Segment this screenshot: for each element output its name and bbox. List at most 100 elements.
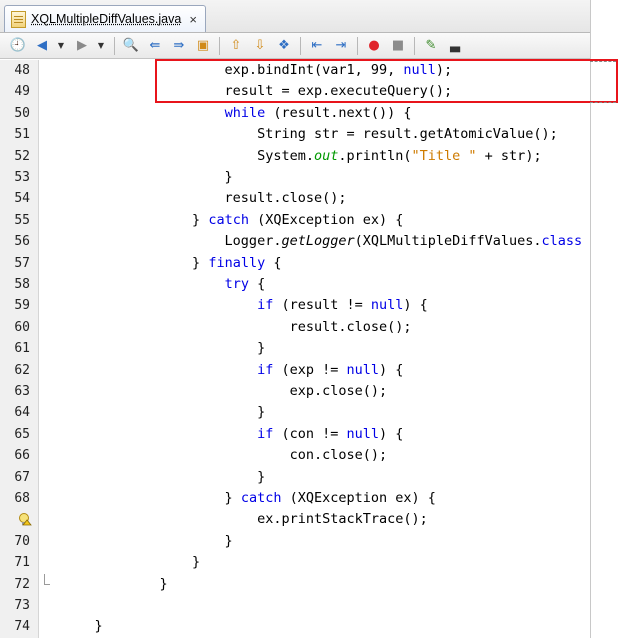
shift-left-icon[interactable]: ⇤ bbox=[307, 36, 327, 56]
code-token: out bbox=[313, 147, 339, 164]
code-line[interactable]: 60 result.close(); bbox=[0, 317, 590, 338]
code-text: } bbox=[62, 616, 103, 637]
code-token: (result != bbox=[273, 297, 371, 314]
history-icon[interactable]: 🕘 bbox=[8, 36, 28, 56]
line-number: 48 bbox=[14, 63, 30, 78]
code-text: } bbox=[62, 574, 168, 595]
code-line[interactable]: 59 if (result != null) { bbox=[0, 295, 590, 316]
code-token: } bbox=[62, 468, 266, 485]
find-next-icon[interactable]: ⇛ bbox=[169, 36, 189, 56]
code-line[interactable]: 69 ex.printStackTrace(); bbox=[0, 509, 590, 530]
code-line[interactable]: 61 } bbox=[0, 338, 590, 359]
line-number: 62 bbox=[14, 362, 30, 378]
shift-right-icon[interactable]: ⇥ bbox=[331, 36, 351, 56]
code-token: null bbox=[370, 297, 404, 314]
code-text: } bbox=[62, 467, 265, 488]
previous-bookmark-icon[interactable]: ⇧ bbox=[226, 36, 246, 56]
close-tab-icon[interactable]: × bbox=[189, 12, 197, 27]
code-line[interactable]: 62 if (exp != null) { bbox=[0, 360, 590, 381]
code-text: System.out.println("Title " + str); bbox=[62, 146, 542, 167]
next-bookmark-icon[interactable]: ⇩ bbox=[250, 36, 270, 56]
code-line[interactable]: 74 } bbox=[0, 616, 590, 637]
tab-xqlmultiplediffvalues[interactable]: XQLMultipleDiffValues.java × bbox=[4, 5, 206, 32]
line-number: 64 bbox=[14, 405, 30, 421]
code-token: } bbox=[62, 490, 241, 506]
editor-toolbar: 🕘 ◀ ▼ ▶ ▼ 🔍 ⇚ ⇛ ▣ ⇧ ⇩ ❖ ⇤ ⇥ ● ■ ✎ ▃ bbox=[0, 33, 590, 59]
toolbar-separator bbox=[300, 36, 301, 55]
code-text: try { bbox=[62, 274, 266, 295]
code-text: result.close(); bbox=[62, 317, 412, 338]
code-token: catch bbox=[240, 490, 282, 506]
code-token: .println( bbox=[338, 147, 412, 164]
find-icon[interactable]: 🔍 bbox=[121, 36, 141, 56]
comment-icon[interactable]: ✎ bbox=[421, 36, 441, 56]
uncomment-icon[interactable]: ▃ bbox=[445, 36, 465, 56]
toolbar-separator bbox=[114, 36, 115, 55]
code-token: Logger. bbox=[62, 233, 282, 250]
code-token: (result.next()) { bbox=[265, 104, 412, 121]
code-line[interactable]: 58 try { bbox=[0, 274, 590, 295]
forward-dropdown-icon[interactable]: ▼ bbox=[96, 36, 106, 56]
line-number: 74 bbox=[14, 619, 30, 635]
stop-macro-icon[interactable]: ■ bbox=[388, 36, 408, 56]
line-number: 51 bbox=[14, 127, 30, 143]
code-line[interactable]: 53 } bbox=[0, 167, 590, 188]
code-text: } bbox=[62, 402, 265, 423]
code-line[interactable]: 66 con.close(); bbox=[0, 445, 590, 466]
line-number: 50 bbox=[14, 105, 30, 121]
code-line[interactable]: 64 } bbox=[0, 402, 590, 423]
code-line[interactable]: 72 } bbox=[0, 573, 590, 595]
line-number: 70 bbox=[14, 533, 30, 549]
code-line[interactable]: 57 } finally { bbox=[0, 253, 590, 274]
code-line[interactable]: 68 } catch (XQException ex) { bbox=[0, 488, 590, 509]
code-line[interactable]: 67 } bbox=[0, 467, 590, 488]
code-token: { bbox=[265, 254, 282, 271]
toggle-highlight-icon[interactable]: ▣ bbox=[193, 36, 213, 56]
line-number: 72 bbox=[14, 576, 30, 592]
code-token: result.close(); bbox=[62, 190, 347, 207]
toggle-bookmark-icon[interactable]: ❖ bbox=[274, 36, 294, 56]
code-token: (XQLMultipleDiffValues. bbox=[354, 233, 542, 250]
code-line[interactable]: 63 exp.close(); bbox=[0, 381, 590, 402]
code-line[interactable]: 56 Logger.getLogger(XQLMultipleDiffValue… bbox=[0, 231, 590, 252]
back-dropdown-icon[interactable]: ▼ bbox=[56, 36, 66, 56]
find-previous-icon[interactable]: ⇚ bbox=[145, 36, 165, 56]
code-token: + str); bbox=[476, 147, 542, 164]
code-token: { bbox=[248, 276, 266, 292]
code-token: "Title " bbox=[411, 147, 477, 164]
line-number: 56 bbox=[14, 234, 30, 250]
code-line[interactable]: 55 } catch (XQException ex) { bbox=[0, 210, 590, 231]
code-line[interactable]: 73 bbox=[0, 595, 590, 616]
code-token: con.close(); bbox=[62, 447, 388, 464]
code-text: String str = result.getAtomicValue(); bbox=[62, 124, 558, 145]
forward-icon[interactable]: ▶ bbox=[72, 36, 92, 56]
code-line[interactable]: 50 while (result.next()) { bbox=[0, 103, 590, 124]
back-icon[interactable]: ◀ bbox=[32, 36, 52, 56]
warning-lightbulb-icon[interactable] bbox=[18, 512, 32, 526]
code-token: null bbox=[346, 425, 380, 442]
code-text: } bbox=[62, 167, 233, 188]
code-token: } bbox=[62, 254, 209, 271]
code-line[interactable]: 52 System.out.println("Title " + str); bbox=[0, 146, 590, 167]
code-line[interactable]: 70 } bbox=[0, 531, 590, 552]
code-text: } catch (XQException ex) { bbox=[62, 210, 403, 231]
code-text: } catch (XQException ex) { bbox=[62, 488, 436, 509]
code-line[interactable]: 54 result.close(); bbox=[0, 188, 590, 209]
code-line[interactable]: 65 if (con != null) { bbox=[0, 424, 590, 445]
code-text: } bbox=[62, 552, 200, 573]
code-line[interactable]: 71 } bbox=[0, 552, 590, 573]
code-editor[interactable]: 48 exp.bindInt(var1, 99, null); 49 result… bbox=[0, 60, 590, 638]
code-line[interactable]: 51 String str = result.getAtomicValue(); bbox=[0, 124, 590, 145]
code-token: System. bbox=[62, 147, 314, 164]
code-text: Logger.getLogger(XQLMultipleDiffValues.c… bbox=[62, 231, 583, 252]
code-text: } bbox=[62, 531, 233, 552]
start-macro-icon[interactable]: ● bbox=[364, 36, 384, 56]
code-token: if bbox=[257, 425, 274, 442]
line-number: 61 bbox=[14, 341, 30, 357]
line-number: 71 bbox=[14, 555, 30, 571]
